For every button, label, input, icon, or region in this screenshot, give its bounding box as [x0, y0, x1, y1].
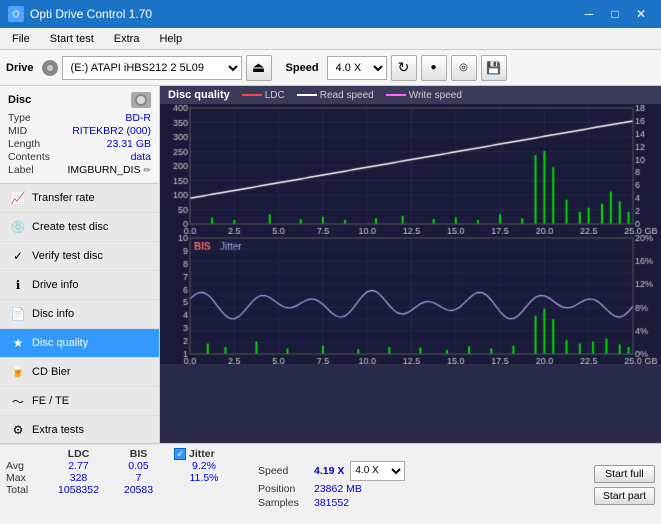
- disc-label-row: Label IMGBURN_DIS ✏: [8, 164, 151, 176]
- minimize-button[interactable]: ─: [577, 4, 601, 24]
- ldc-header: LDC: [46, 448, 111, 460]
- sidebar-item-disc-info[interactable]: 📄 Disc info: [0, 300, 159, 329]
- drive-label: Drive: [6, 62, 34, 74]
- bis-avg: 0.05: [111, 460, 166, 472]
- legend-read-speed: Read speed: [297, 90, 374, 101]
- maximize-button[interactable]: □: [603, 4, 627, 24]
- ldc-max: 328: [46, 472, 111, 484]
- disc-length-row: Length 23.31 GB: [8, 138, 151, 150]
- samples-value: 381552: [314, 497, 349, 509]
- speed-select[interactable]: 4.0 X: [327, 56, 387, 80]
- disc-quality-icon: ★: [10, 335, 26, 351]
- samples-label: Samples: [258, 497, 308, 509]
- start-part-button[interactable]: Start part: [594, 487, 655, 505]
- bis-header: BIS: [111, 448, 166, 460]
- ldc-avg: 2.77: [46, 460, 111, 472]
- jitter-label: Jitter: [189, 448, 215, 460]
- speed-info-label: Speed: [258, 465, 308, 477]
- speed-info-select[interactable]: 4.0 X: [350, 461, 405, 481]
- start-buttons: Start full Start part: [594, 448, 655, 521]
- jitter-checkbox[interactable]: ✓: [174, 448, 186, 460]
- speed-row: Speed 4.19 X 4.0 X: [258, 461, 405, 481]
- fe-te-icon: 〜: [10, 393, 26, 409]
- disc-contents-row: Contents data: [8, 151, 151, 163]
- stats-bar: LDC BIS ✓ Jitter Avg 2.77 0.05 9.2% Max …: [0, 443, 661, 524]
- record-button[interactable]: ●: [421, 55, 447, 81]
- charts-area: [160, 104, 661, 443]
- save-button[interactable]: 💾: [481, 55, 507, 81]
- avg-label: Avg: [6, 460, 46, 472]
- sidebar-item-disc-quality[interactable]: ★ Disc quality: [0, 329, 159, 358]
- main-area: Disc Type BD-R MID RITEKBR2 (000) Length…: [0, 86, 661, 443]
- legend-write-speed: Write speed: [386, 90, 462, 101]
- nav-list: 📈 Transfer rate 💿 Create test disc ✓ Ver…: [0, 184, 159, 445]
- stats-total-row: Total 1058352 20583: [6, 484, 234, 496]
- ldc-total: 1058352: [46, 484, 111, 496]
- jitter-avg: 9.2%: [174, 460, 234, 472]
- analyze-button[interactable]: ◎: [451, 55, 477, 81]
- total-label: Total: [6, 484, 46, 496]
- speed-position-info: Speed 4.19 X 4.0 X Position 23862 MB Sam…: [258, 448, 405, 521]
- sidebar-item-fe-te[interactable]: 〜 FE / TE: [0, 387, 159, 416]
- drive-icon: [42, 60, 58, 76]
- chart-header: Disc quality LDC Read speed Write speed: [160, 86, 661, 104]
- chart-title: Disc quality: [168, 89, 230, 101]
- verify-test-disc-icon: ✓: [10, 248, 26, 264]
- disc-panel-title: Disc: [8, 94, 31, 106]
- bottom-chart: [160, 234, 661, 364]
- chart-content: Disc quality LDC Read speed Write speed: [160, 86, 661, 443]
- sidebar-item-create-test-disc[interactable]: 💿 Create test disc: [0, 213, 159, 242]
- menu-start-test[interactable]: Start test: [42, 31, 102, 47]
- disc-mid-row: MID RITEKBR2 (000): [8, 125, 151, 137]
- stats-table: LDC BIS ✓ Jitter Avg 2.77 0.05 9.2% Max …: [6, 448, 234, 521]
- menu-extra[interactable]: Extra: [106, 31, 148, 47]
- position-value: 23862 MB: [314, 483, 362, 495]
- cd-bier-icon: 🍺: [10, 364, 26, 380]
- jitter-header: ✓ Jitter: [174, 448, 215, 460]
- drive-select[interactable]: (E:) ATAPI iHBS212 2 5L09: [62, 56, 242, 80]
- disc-panel: Disc Type BD-R MID RITEKBR2 (000) Length…: [0, 86, 159, 184]
- sidebar-item-transfer-rate[interactable]: 📈 Transfer rate: [0, 184, 159, 213]
- create-test-disc-icon: 💿: [10, 219, 26, 235]
- speed-info-value: 4.19 X: [314, 465, 344, 477]
- write-speed-color: [386, 94, 406, 96]
- read-speed-color: [297, 94, 317, 96]
- app-title: Opti Drive Control 1.70: [30, 7, 152, 21]
- sidebar-item-verify-test-disc[interactable]: ✓ Verify test disc: [0, 242, 159, 271]
- start-full-button[interactable]: Start full: [594, 465, 655, 483]
- menu-bar: File Start test Extra Help: [0, 28, 661, 50]
- sidebar-item-cd-bier[interactable]: 🍺 CD Bier: [0, 358, 159, 387]
- menu-file[interactable]: File: [4, 31, 38, 47]
- samples-row: Samples 381552: [258, 497, 405, 509]
- jitter-max: 11.5%: [174, 472, 234, 484]
- disc-info-icon: 📄: [10, 306, 26, 322]
- legend-ldc: LDC: [242, 90, 285, 101]
- stats-header-row: LDC BIS ✓ Jitter: [6, 448, 234, 460]
- bis-max: 7: [111, 472, 166, 484]
- speed-label: Speed: [286, 62, 319, 74]
- stats-avg-row: Avg 2.77 0.05 9.2%: [6, 460, 234, 472]
- drive-info-icon: ℹ: [10, 277, 26, 293]
- top-chart: [160, 104, 661, 234]
- bis-total: 20583: [111, 484, 166, 496]
- sidebar: Disc Type BD-R MID RITEKBR2 (000) Length…: [0, 86, 160, 443]
- disc-type-row: Type BD-R: [8, 112, 151, 124]
- position-label: Position: [258, 483, 308, 495]
- sidebar-item-drive-info[interactable]: ℹ Drive info: [0, 271, 159, 300]
- position-row: Position 23862 MB: [258, 483, 405, 495]
- disc-panel-icon: [131, 92, 151, 108]
- stats-max-row: Max 328 7 11.5%: [6, 472, 234, 484]
- ldc-color: [242, 94, 262, 96]
- menu-help[interactable]: Help: [151, 31, 190, 47]
- toolbar: Drive (E:) ATAPI iHBS212 2 5L09 ⏏ Speed …: [0, 50, 661, 86]
- close-button[interactable]: ✕: [629, 4, 653, 24]
- app-icon: O: [8, 6, 24, 22]
- transfer-rate-icon: 📈: [10, 190, 26, 206]
- refresh-button[interactable]: ↻: [391, 55, 417, 81]
- eject-button[interactable]: ⏏: [246, 55, 272, 81]
- title-bar: O Opti Drive Control 1.70 ─ □ ✕: [0, 0, 661, 28]
- extra-tests-icon: ⚙: [10, 422, 26, 438]
- sidebar-item-extra-tests[interactable]: ⚙ Extra tests: [0, 416, 159, 445]
- max-label: Max: [6, 472, 46, 484]
